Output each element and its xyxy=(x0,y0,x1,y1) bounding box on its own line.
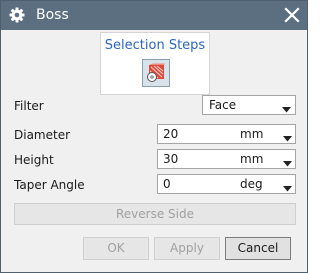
chevron-down-icon xyxy=(283,156,292,170)
dialog-body: Selection Steps Filter Face Diameter 20 … xyxy=(1,30,307,272)
taper-angle-field: deg xyxy=(157,174,296,194)
height-unit: mm xyxy=(240,152,264,166)
diameter-unit-dropdown[interactable]: mm xyxy=(238,125,295,143)
taper-angle-unit-dropdown[interactable]: deg xyxy=(238,175,295,193)
chevron-down-icon xyxy=(283,131,292,145)
diameter-field: mm xyxy=(157,124,296,144)
chevron-down-icon xyxy=(282,102,291,116)
diameter-unit: mm xyxy=(240,127,264,141)
diameter-input[interactable] xyxy=(158,125,235,143)
diameter-label: Diameter xyxy=(14,128,71,142)
gear-icon xyxy=(9,7,25,23)
ok-button[interactable]: OK xyxy=(83,237,149,260)
selection-steps-panel: Selection Steps xyxy=(100,32,210,95)
height-unit-dropdown[interactable]: mm xyxy=(238,150,295,168)
filter-label: Filter xyxy=(14,99,44,113)
dialog-title: Boss xyxy=(36,7,69,23)
filter-value: Face xyxy=(209,98,237,112)
height-field: mm xyxy=(157,149,296,169)
boss-dialog: Boss Selection Steps Filter Face Diamete… xyxy=(0,0,308,273)
taper-angle-unit: deg xyxy=(240,177,263,191)
height-label: Height xyxy=(14,153,54,167)
taper-angle-input[interactable] xyxy=(158,175,235,193)
selection-steps-title: Selection Steps xyxy=(104,38,206,53)
height-input[interactable] xyxy=(158,150,235,168)
taper-angle-label: Taper Angle xyxy=(14,178,85,192)
cancel-button[interactable]: Cancel xyxy=(225,237,291,260)
reverse-side-button[interactable]: Reverse Side xyxy=(14,203,296,225)
close-icon[interactable] xyxy=(282,5,302,25)
filter-dropdown[interactable]: Face xyxy=(202,95,296,115)
title-bar[interactable]: Boss xyxy=(1,1,307,30)
apply-button[interactable]: Apply xyxy=(154,237,220,260)
selection-step-button[interactable] xyxy=(142,59,170,87)
chevron-down-icon xyxy=(283,181,292,195)
